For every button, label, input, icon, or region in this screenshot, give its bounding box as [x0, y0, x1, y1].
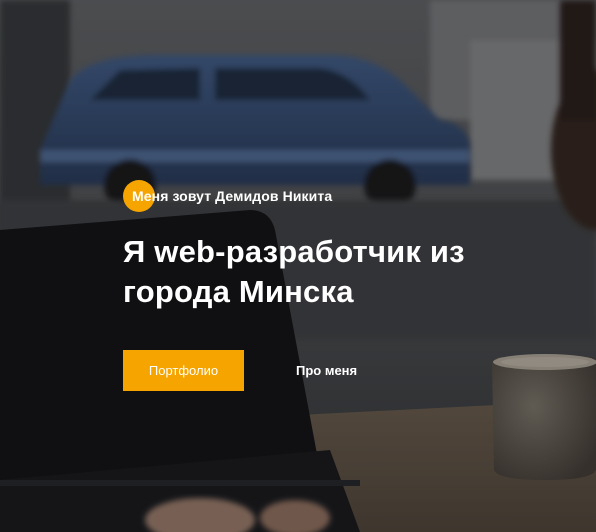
hero-headline-line-1: Я web-разработчик из [123, 234, 465, 269]
hero-subtitle-text: Меня зовут Демидов Никита [132, 188, 333, 204]
portfolio-button[interactable]: Портфолио [123, 350, 244, 391]
hero-actions: Портфолио Про меня [123, 350, 563, 391]
hero-subtitle: Меня зовут Демидов Никита [123, 180, 563, 212]
hero-headline: Я web-разработчик из города Минска [123, 232, 563, 312]
hero-headline-line-2: города Минска [123, 274, 354, 309]
hero-content: Меня зовут Демидов Никита Я web-разработ… [123, 180, 563, 391]
about-me-link[interactable]: Про меня [296, 363, 357, 378]
hero-section: Меня зовут Демидов Никита Я web-разработ… [0, 0, 596, 532]
